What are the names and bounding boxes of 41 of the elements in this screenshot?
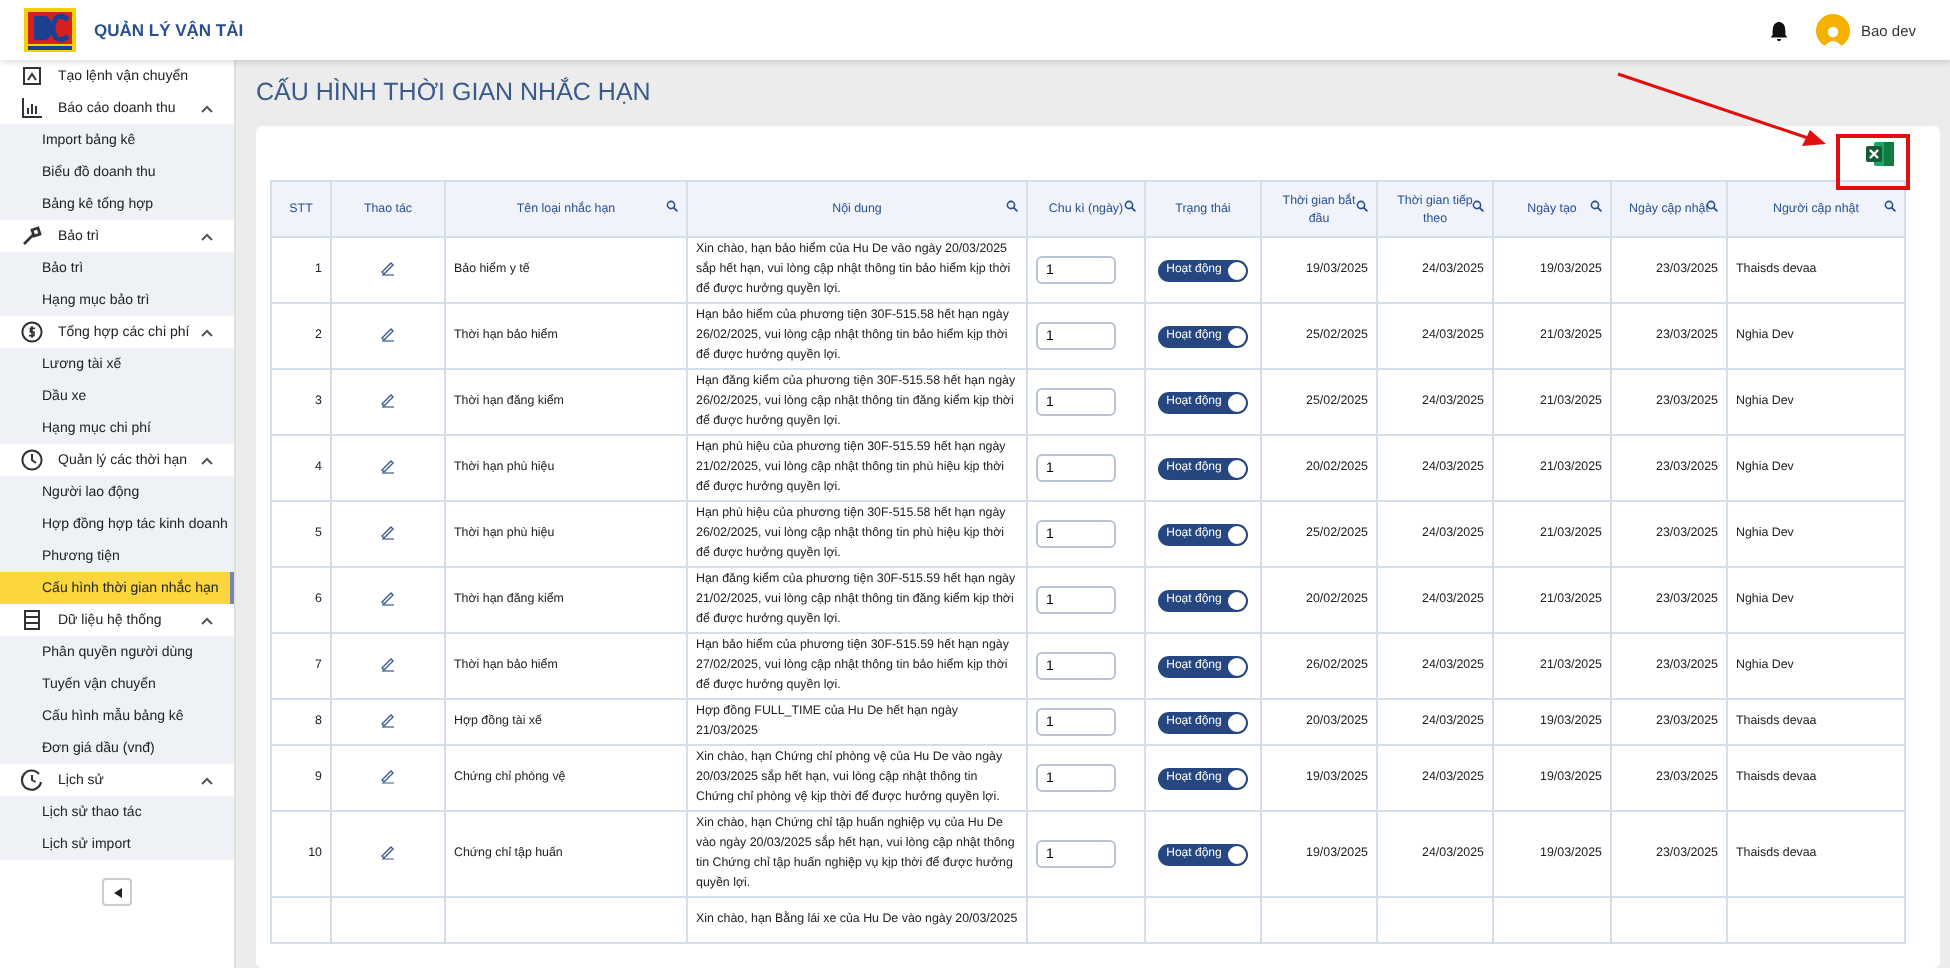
search-icon[interactable] <box>1124 200 1136 212</box>
clock-icon <box>20 448 44 472</box>
edit-icon[interactable] <box>380 656 396 673</box>
search-icon[interactable] <box>1356 200 1368 212</box>
search-icon[interactable] <box>1884 200 1896 212</box>
page-title: CẤU HÌNH THỜI GIAN NHẮC HẠN <box>256 78 653 108</box>
logo <box>24 8 76 52</box>
search-icon[interactable] <box>666 200 678 212</box>
dollar-icon <box>20 320 44 344</box>
search-icon[interactable] <box>1706 200 1718 212</box>
search-icon[interactable] <box>1472 200 1484 212</box>
search-icon[interactable] <box>1006 200 1018 212</box>
edit-icon[interactable] <box>380 768 396 785</box>
edit-icon[interactable] <box>380 590 396 607</box>
edit-icon[interactable] <box>380 524 396 541</box>
chevron-up-icon <box>200 455 214 465</box>
chevron-up-icon <box>200 775 214 785</box>
collapse-sidebar-button[interactable] <box>102 878 132 906</box>
table-cell <box>1377 897 1493 943</box>
search-icon[interactable] <box>1590 200 1602 212</box>
edit-icon[interactable] <box>380 458 396 475</box>
chart-icon <box>20 96 44 120</box>
table-cell <box>1493 897 1611 943</box>
spreadsheet-export-button[interactable] <box>1864 137 1896 169</box>
app-title: QUẢN LÝ VẬN TẢI <box>94 20 244 40</box>
wrench-icon <box>20 224 44 248</box>
caret-left-icon <box>113 887 121 897</box>
edit-icon[interactable] <box>380 712 396 729</box>
edit-icon[interactable] <box>380 392 396 409</box>
chevron-up-icon <box>200 231 214 241</box>
annotation-highlight-frame <box>1836 134 1910 190</box>
edit-icon[interactable] <box>380 844 396 861</box>
edit-icon[interactable] <box>380 260 396 277</box>
edit-icon[interactable] <box>380 326 396 343</box>
database-icon <box>20 608 44 632</box>
table-cell <box>1611 897 1727 943</box>
chevron-up-icon <box>200 615 214 625</box>
history-icon <box>20 768 44 792</box>
chevron-up-icon <box>200 103 214 113</box>
notification-bell-icon[interactable] <box>1768 19 1791 41</box>
chevron-up-icon <box>200 327 214 337</box>
